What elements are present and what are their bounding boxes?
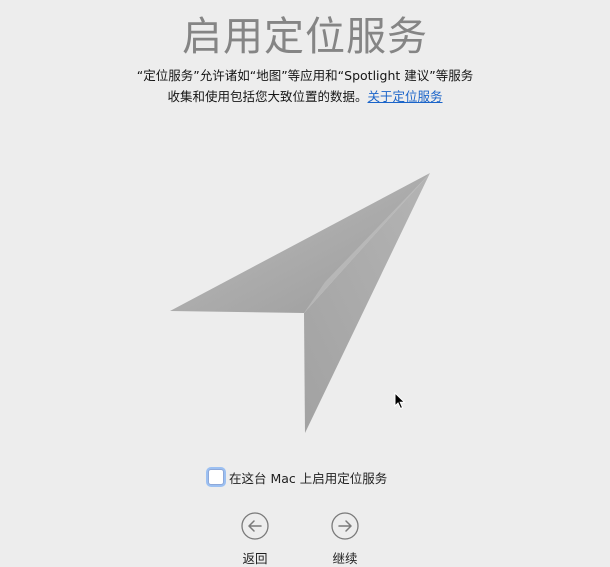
back-label[interactable]: 返回	[225, 548, 285, 567]
arrow-left-circle-icon[interactable]	[241, 512, 269, 540]
arrow-right-circle-icon[interactable]	[331, 512, 359, 540]
enable-location-services-checkbox[interactable]	[208, 469, 224, 485]
back-button[interactable]: 返回	[225, 512, 285, 567]
enable-location-services-row[interactable]: 在这台 Mac 上启用定位服务	[208, 467, 387, 487]
continue-label[interactable]: 继续	[315, 548, 375, 567]
mouse-pointer-icon	[394, 392, 406, 410]
continue-button[interactable]: 继续	[315, 512, 375, 567]
enable-location-services-label[interactable]: 在这台 Mac 上启用定位服务	[229, 468, 387, 487]
